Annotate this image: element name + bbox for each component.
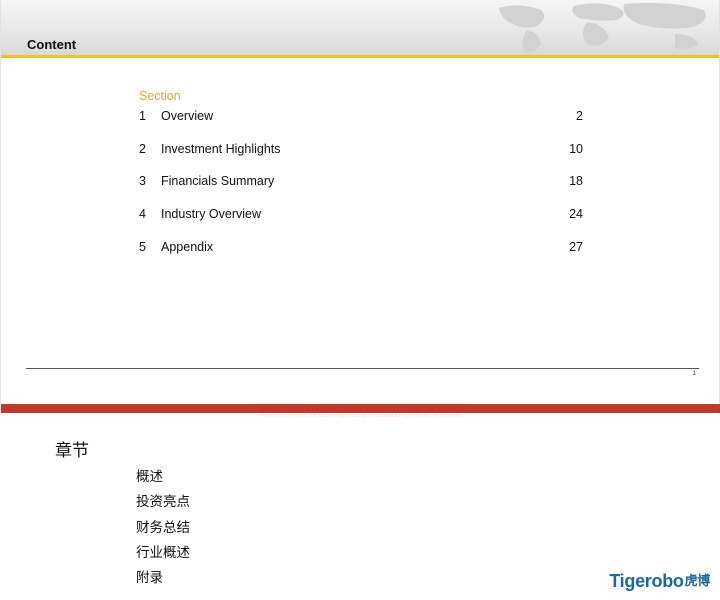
toc-label: Appendix [161,239,214,254]
notes-item: 财务总结 [136,519,190,535]
footer-bar: PRINTING, COPYING, OR REDISTRIBUTING THI… [1,404,720,418]
world-map-watermark [499,2,706,53]
toc-page: 10 [569,141,583,156]
notes-heading: 章节 [55,441,89,460]
toc-number: 1 [139,109,146,123]
toc-row-industry-overview: 4 Industry Overview 24 [139,206,589,239]
toc-row-overview: 1 Overview 2 [139,108,589,141]
notes-item: 投资亮点 [136,494,190,510]
toc-number: 4 [139,207,146,222]
toc-number: 2 [139,141,146,156]
toc-row-financials-summary: 3 Financials Summary 18 [139,173,589,206]
chinese-notes: 章节 概述 投资亮点 财务总结 行业概述 附录 Tigerobo虎博 [0,414,720,600]
toc-page: 18 [569,174,583,189]
toc-label: Overview [161,109,214,123]
toc-label: Financials Summary [161,174,275,189]
slide-header: Content [1,0,719,55]
notes-item: 概述 [136,469,163,484]
notes-item: 行业概述 [136,544,190,560]
toc-page: 2 [576,109,583,123]
footer-divider [26,368,699,369]
slide-title: Content [27,37,77,52]
toc-row-appendix: 5 Appendix 27 [139,239,589,272]
toc-page: 27 [569,239,583,254]
slide: Content Section 1 Overview 2 2 Investmen… [0,0,720,418]
tigerobo-logo: Tigerobo虎博 [609,570,710,592]
header-accent-line [1,55,719,58]
toc-label: Investment Highlights [161,141,281,156]
toc-row-investment-highlights: 2 Investment Highlights 10 [139,141,589,174]
toc-page: 24 [569,207,583,222]
slide-number: 1 [692,371,696,377]
notes-list: 概述 投资亮点 财务总结 行业概述 附录 [136,468,190,594]
toc-number: 3 [139,174,146,189]
toc-label: Industry Overview [161,207,262,222]
notes-item: 附录 [136,570,163,586]
logo-latin: Tigerobo [609,571,684,591]
logo-chinese: 虎博 [684,573,711,588]
toc-number: 5 [139,239,146,254]
table-of-contents: Section 1 Overview 2 2 Investment Highli… [139,88,589,271]
toc-heading: Section [139,89,181,103]
